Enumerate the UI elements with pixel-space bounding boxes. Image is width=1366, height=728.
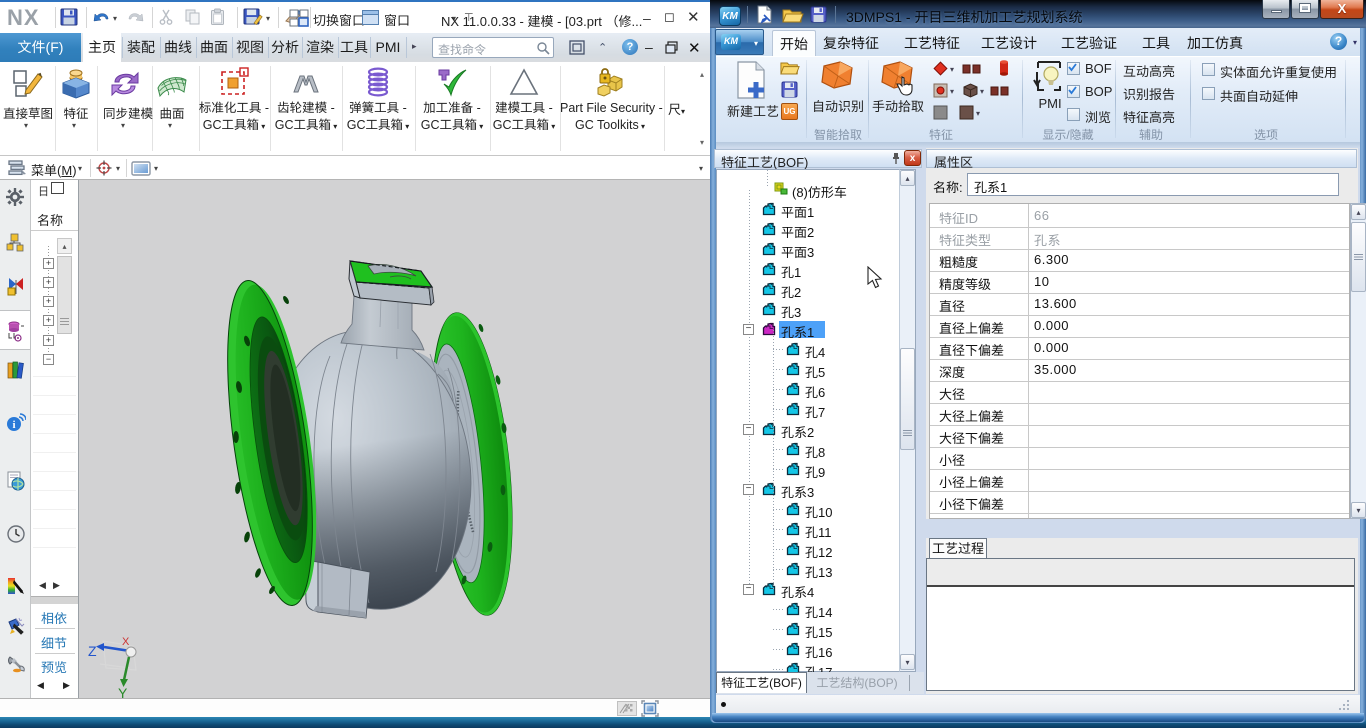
svg-text:X: X xyxy=(122,636,130,648)
svg-text:Z: Z xyxy=(88,643,97,659)
svg-text:Y: Y xyxy=(118,685,128,698)
svg-text:i: i xyxy=(12,419,15,431)
